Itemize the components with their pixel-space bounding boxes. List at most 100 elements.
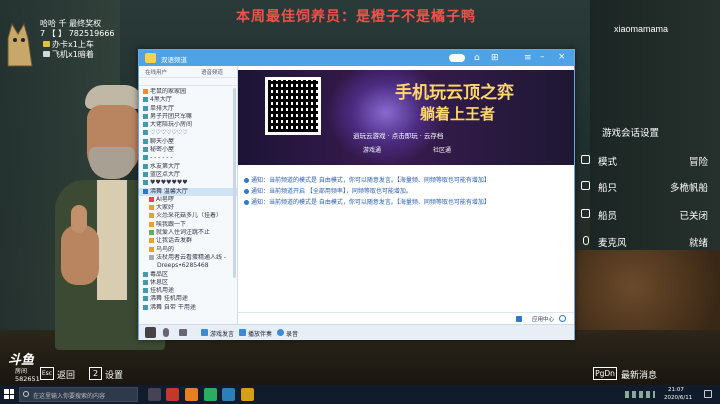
pgdn-key[interactable]: PgDn [593,367,617,380]
app-icon-4[interactable] [222,388,235,401]
ad-button-game[interactable]: 游戏通 [363,145,381,154]
emoji-icon[interactable] [559,315,566,322]
yy-logo-icon [145,53,156,63]
start-icon[interactable] [4,389,14,399]
setting-label: 麦克风 [598,238,627,249]
channel-user[interactable]: 就爱人住词注跳不止 [139,229,237,237]
setting-label: 模式 [598,157,618,168]
minimize-icon[interactable]: – [540,52,545,62]
setting-value: 冒险 [688,157,708,168]
notice-message: 通知：当前频道的模式是 自由模式，你可以随意发言。【海量频、同频等取也可能有增加… [238,175,574,186]
windows-taskbar: 在这里输入你要搜索的内容 21:07 2020/6/11 [0,385,720,404]
yy-titlebar: 双语频道 ⌂ ⊞ ≡ – × [139,50,574,66]
grid-icon[interactable]: ⊞ [491,53,499,63]
panel-scrollbar[interactable] [233,88,236,278]
main-area: 手机玩云顶之弈 躺着上王者 逍玩云游戏 · 点击即玩 · 云存档 游戏通 社区通… [238,66,574,324]
channel-item[interactable]: 蓝区点大厅 [139,171,237,179]
room-label: 房间 [15,368,28,375]
channel-item[interactable]: ♡♡♡♡♡♡♡ [139,129,237,137]
record-button[interactable]: 录音 [286,329,298,338]
setting-row-crew[interactable]: 船员 已关闭 [578,204,720,224]
channel-item[interactable]: 沸舞 挂机用途 [139,295,237,303]
streamer-watermark: xiaomamama [614,24,669,34]
app-icon-3[interactable] [204,388,217,401]
channel-item[interactable]: 大佬陪玩小房间 [139,121,237,129]
game-mode-icon [581,155,590,164]
settings-label[interactable]: 设置 [105,368,123,381]
channel-item[interactable]: 单排大厅 [139,105,237,113]
user-avatar[interactable] [145,327,156,338]
car-icon [43,41,50,47]
setting-label: 船员 [598,211,618,222]
session-settings-panel: 游戏会话设置 模式 冒险 船只 多桅帆船 船员 已关闭 麦克风 就绪 [578,118,720,258]
chat-input-toolbar: 应用中心 [238,312,574,324]
tray-icons[interactable] [625,391,655,398]
ship-icon [581,181,590,190]
clock-time[interactable]: 21:07 [668,387,684,393]
game-voice-icon [201,329,208,336]
cloud-game-ad[interactable]: 手机玩云顶之弈 躺着上王者 逍玩云游戏 · 点击即玩 · 云存档 游戏通 社区通 [238,70,574,165]
channel-user[interactable]: 让我话去发群 [139,237,237,245]
toggle-switch[interactable] [449,54,465,62]
notice-message: 通知：当前频道的模式是 自由模式，你可以随意发言。【海量频、同频等取也可能有增加… [238,197,574,208]
channel-item[interactable]: 沸舞 自带 干用途 [139,304,237,312]
channel-item[interactable]: 老鼠的家家园 [139,88,237,96]
home-icon[interactable]: ⌂ [474,53,480,63]
notification-icon[interactable] [704,390,712,398]
channel-user[interactable]: AI皂啰 [139,196,237,204]
app-icon-1[interactable] [166,388,179,401]
app-center-label[interactable]: 应用中心 [532,315,554,323]
channel-item[interactable]: ♥♥♥♥♥♥♥ [139,179,237,187]
channel-item[interactable]: 4黑大厅 [139,96,237,104]
settings-key[interactable]: 2 [89,367,102,380]
channel-item[interactable]: 毒品区 [139,271,237,279]
panel-tab-voice[interactable]: 语音频道 [201,68,223,76]
app-icon-2[interactable] [185,388,198,401]
bottom-bar: 游戏发言 播放伴奏 录音 [139,324,574,340]
channel-user[interactable]: 唉我跟一下 [139,221,237,229]
setting-row-ship[interactable]: 船只 多桅帆船 [578,176,720,196]
channel-item[interactable]: 秘密小屋 [139,146,237,154]
channel-item[interactable]: 水友第大厅 [139,163,237,171]
setting-row-mode[interactable]: 模式 冒险 [578,150,720,170]
channel-user[interactable]: 火怂采花菇多儿（挂着） [139,212,237,220]
back-label[interactable]: 返回 [57,368,75,381]
panel-tab-users[interactable]: 在线用户 [145,68,167,76]
top-left-line3: 办卡x1上车 [52,40,94,49]
menu-icon[interactable]: ≡ [524,53,532,63]
speaker-icon[interactable] [179,329,187,336]
ad-button-community[interactable]: 社区通 [433,145,451,154]
app-icon-5[interactable] [241,388,254,401]
channel-item[interactable]: - - - - - - [139,154,237,162]
channel-user[interactable]: Dreeps•6285468 [139,262,237,270]
channel-item[interactable]: 挂机用途 [139,287,237,295]
task-view-icon[interactable] [148,388,161,401]
setting-value: 多桅帆船 [669,183,708,194]
clock-date[interactable]: 2020/6/11 [664,395,692,401]
room-id: 582651 [15,375,40,383]
channel-user[interactable]: 法杖用者云看蛋精通人线 - [139,254,237,262]
panel-search-row [139,78,237,86]
yy-window-title: 双语频道 [161,56,187,64]
channel-item-active[interactable]: 沸舞 温馨大厅 [139,187,237,196]
channel-item[interactable]: 聊天小屋 [139,138,237,146]
channel-item[interactable]: 男子开团只军嘛 [139,113,237,121]
channel-item[interactable]: 休息区 [139,279,237,287]
setting-row-mic[interactable]: 麦克风 就绪 [578,231,720,251]
taskbar-search[interactable]: 在这里输入你要搜索的内容 [19,387,138,402]
microphone-icon [583,236,589,245]
play-accompaniment-button[interactable]: 播放伴奏 [248,329,272,338]
close-icon[interactable]: × [558,52,566,62]
game-voice-button[interactable]: 游戏发言 [210,329,234,338]
latest-messages-label[interactable]: 最新消息 [621,368,657,381]
plane-icon [43,51,50,57]
qr-code [265,77,321,135]
ad-subtitle: 逍玩云游戏 · 点击即玩 · 云存档 [353,132,444,140]
cat-avatar-icon [2,18,38,68]
ad-title-2: 躺着上王者 [420,106,496,123]
esc-key[interactable]: Esc [40,367,54,380]
mic-icon[interactable] [163,328,169,337]
channel-user[interactable]: 大家好 [139,204,237,212]
game-background: 哈哈 千 最终奖权 7 【 】 782519666 办卡x1上车 飞机x1暗着 … [0,0,720,385]
channel-user[interactable]: 乌鸟的 [139,246,237,254]
